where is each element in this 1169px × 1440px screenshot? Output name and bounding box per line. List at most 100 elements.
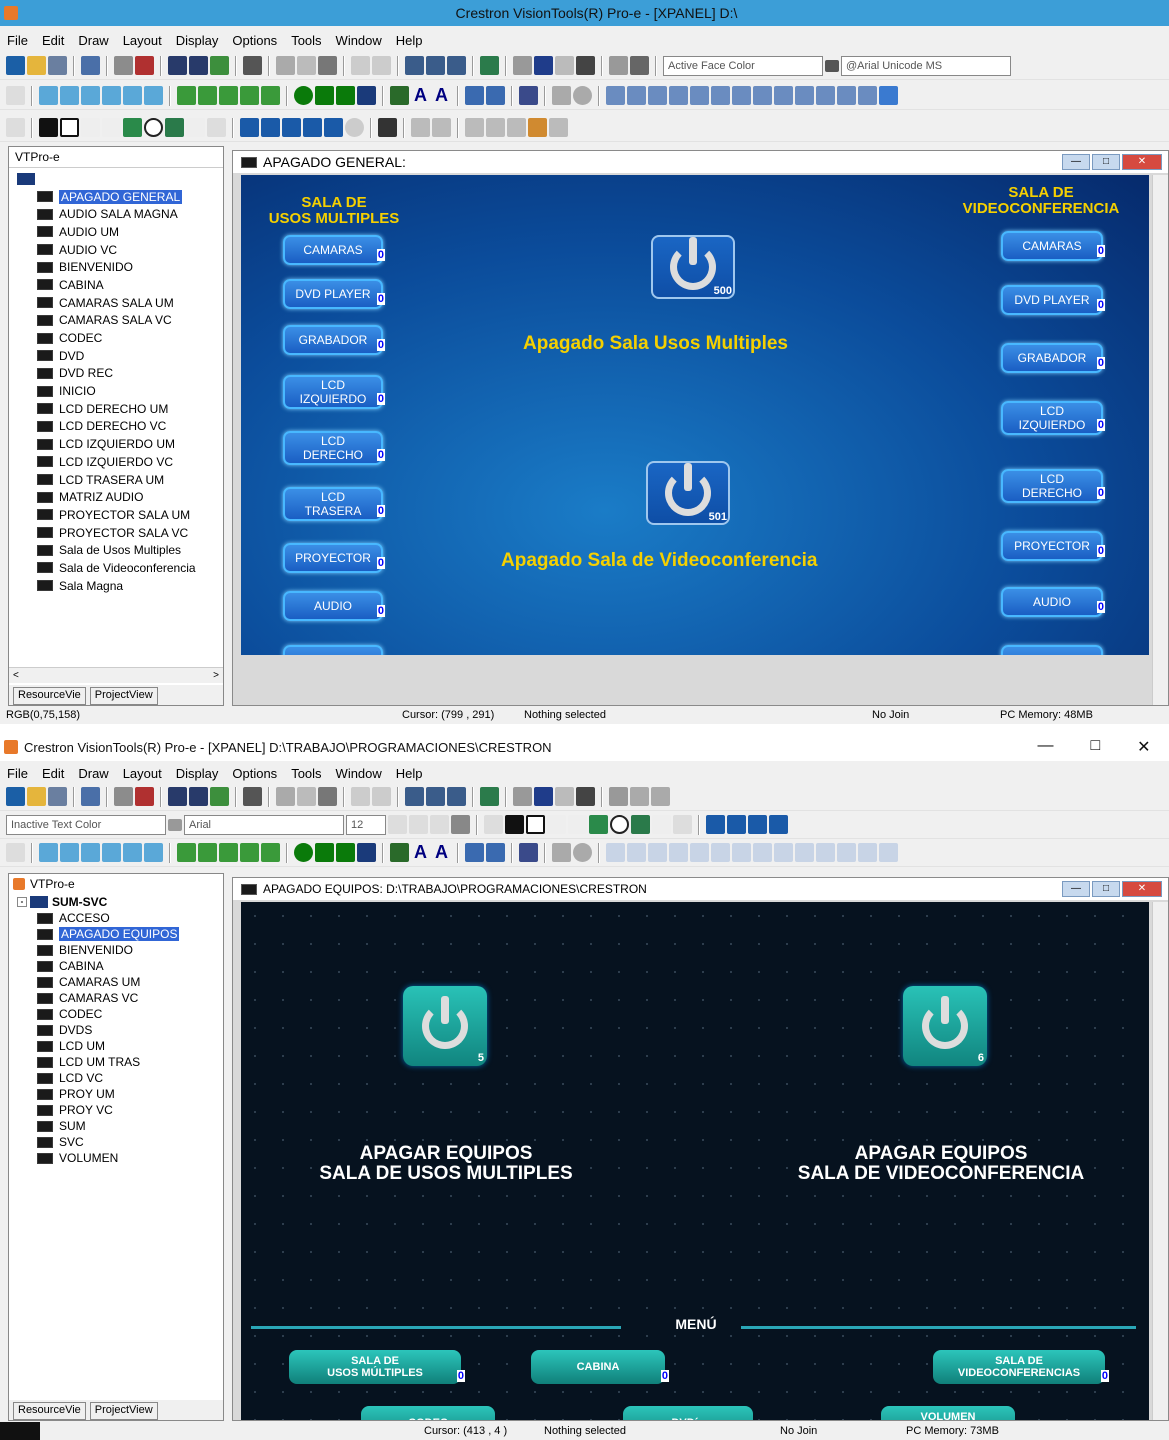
style3-icon[interactable] <box>81 843 100 862</box>
shape3-icon[interactable] <box>336 843 355 862</box>
menu-file[interactable]: File <box>0 33 35 48</box>
rectangle-icon[interactable] <box>60 118 79 137</box>
align-right-icon[interactable] <box>627 843 646 862</box>
tree-item[interactable]: PROYECTOR SALA UM <box>9 506 223 524</box>
space-v-icon[interactable] <box>753 843 772 862</box>
center-h-icon[interactable] <box>690 843 709 862</box>
tree-item[interactable]: PROYECTOR SALA VC <box>9 524 223 542</box>
pointer-icon[interactable] <box>6 86 25 105</box>
play-icon[interactable] <box>630 787 649 806</box>
maximize-button[interactable]: □ <box>1090 737 1100 757</box>
tree-item[interactable]: LCD UM <box>9 1038 223 1054</box>
project-icon[interactable] <box>447 787 466 806</box>
new-icon[interactable] <box>6 56 25 75</box>
stop-icon[interactable] <box>651 787 670 806</box>
power-tool-icon[interactable] <box>610 815 629 834</box>
redo-icon[interactable] <box>372 787 391 806</box>
space-h-icon[interactable] <box>732 86 751 105</box>
tree-item[interactable]: ACCESO <box>9 910 223 926</box>
help-context-icon[interactable] <box>513 56 532 75</box>
font-larger-icon[interactable]: A <box>411 842 430 863</box>
cut-icon[interactable] <box>276 56 295 75</box>
view2-icon[interactable] <box>486 843 505 862</box>
button-tool-icon[interactable] <box>165 118 184 137</box>
menu-button[interactable]: CODEC0 <box>361 1406 495 1420</box>
menu-tools[interactable]: Tools <box>284 33 328 48</box>
tab-resource-view[interactable]: ResourceVie <box>13 1402 86 1420</box>
style4-icon[interactable] <box>102 843 121 862</box>
text-icon[interactable] <box>609 56 628 75</box>
tree-item[interactable]: APAGADO EQUIPOS <box>9 926 223 942</box>
grid-align-icon[interactable] <box>879 843 898 862</box>
font-combo[interactable]: @Arial Unicode MS <box>841 55 1011 76</box>
transfer-icon[interactable] <box>480 56 499 75</box>
panel-canvas[interactable]: SALA DE USOS MULTIPLES SALA DE VIDEOCONF… <box>241 175 1149 655</box>
menu-display[interactable]: Display <box>169 766 226 781</box>
menu-help[interactable]: Help <box>389 766 430 781</box>
tree-item[interactable]: AUDIO SALA MAGNA <box>9 205 223 223</box>
power-button-vc[interactable]: 6 <box>903 986 987 1066</box>
tree-item[interactable]: LCD IZQUIERDO VC <box>9 453 223 471</box>
tree-item[interactable]: PROY UM <box>9 1086 223 1102</box>
print-icon[interactable] <box>114 56 133 75</box>
face-color-combo[interactable]: Active Face Color <box>663 55 823 76</box>
tree-project-node[interactable] <box>9 170 223 188</box>
menu-edit[interactable]: Edit <box>35 766 71 781</box>
subpage-tool-icon[interactable] <box>528 118 547 137</box>
panel-canvas[interactable]: 5 6 APAGAR EQUIPOS SALA DE USOS MULTIPLE… <box>241 902 1149 1420</box>
page2-icon[interactable] <box>189 56 208 75</box>
save-icon[interactable] <box>48 56 67 75</box>
gauge-tool-icon[interactable] <box>706 815 725 834</box>
help-context-icon[interactable] <box>513 787 532 806</box>
grid-icon[interactable] <box>210 787 229 806</box>
video-tool-icon[interactable] <box>432 118 451 137</box>
no-icon[interactable] <box>573 86 592 105</box>
text-color-combo[interactable]: Inactive Text Color <box>6 814 166 835</box>
font-smaller-icon[interactable]: A <box>432 85 451 106</box>
close-button[interactable]: ✕ <box>1122 154 1162 170</box>
tree-item[interactable]: CAMARAS SALA VC <box>9 312 223 330</box>
help-icon[interactable] <box>534 787 553 806</box>
left-button[interactable]: PROYECTOR 0 <box>283 543 385 573</box>
zoom-icon[interactable] <box>555 787 574 806</box>
tree-item[interactable]: Sala Magna <box>9 577 223 595</box>
left-button[interactable]: AUDIO 0 <box>283 591 385 621</box>
lock-icon[interactable] <box>451 815 470 834</box>
misc-tool-icon[interactable] <box>549 118 568 137</box>
menu-button[interactable]: DVD´s0 <box>623 1406 753 1420</box>
compile-icon[interactable] <box>405 56 424 75</box>
tree-item[interactable]: LCD VC <box>9 1070 223 1086</box>
grid-align-icon[interactable] <box>879 86 898 105</box>
tree-item[interactable]: LCD DERECHO VC <box>9 418 223 436</box>
bar2-tool-icon[interactable] <box>769 815 788 834</box>
text-icon[interactable] <box>609 787 628 806</box>
close-button[interactable]: ✕ <box>1122 881 1162 897</box>
canvas-vscrollbar[interactable] <box>1152 902 1168 1420</box>
tree-item[interactable]: LCD TRASERA UM <box>9 471 223 489</box>
center-v-icon[interactable] <box>711 86 730 105</box>
style2-icon[interactable] <box>60 86 79 105</box>
tree-item[interactable]: PROY VC <box>9 1102 223 1118</box>
space-h-icon[interactable] <box>732 843 751 862</box>
menu-button[interactable]: CABINA 0 <box>531 1350 669 1384</box>
network-icon[interactable] <box>81 787 100 806</box>
right-button[interactable]: DVD PLAYER 0 <box>1001 285 1105 315</box>
same-height-icon[interactable] <box>816 86 835 105</box>
menu-window[interactable]: Window <box>329 766 389 781</box>
shape3-icon[interactable] <box>336 86 355 105</box>
text-tool-icon[interactable] <box>81 118 100 137</box>
same-width-icon[interactable] <box>795 843 814 862</box>
bar2-tool-icon[interactable] <box>303 118 322 137</box>
tree-item[interactable]: Sala de Usos Multiples <box>9 541 223 559</box>
table-tool-icon[interactable] <box>465 118 484 137</box>
style1-icon[interactable] <box>39 86 58 105</box>
tree-item[interactable]: CABINA <box>9 276 223 294</box>
shape1-icon[interactable] <box>294 843 313 862</box>
center-h-icon[interactable] <box>690 86 709 105</box>
cut-icon[interactable] <box>276 787 295 806</box>
tree-item[interactable]: CAMARAS UM <box>9 974 223 990</box>
right-button[interactable]: LCD DERECHO 0 <box>1001 469 1105 503</box>
style4-icon[interactable] <box>102 86 121 105</box>
tree-item[interactable]: SVC <box>9 1134 223 1150</box>
printer-icon[interactable] <box>243 56 262 75</box>
